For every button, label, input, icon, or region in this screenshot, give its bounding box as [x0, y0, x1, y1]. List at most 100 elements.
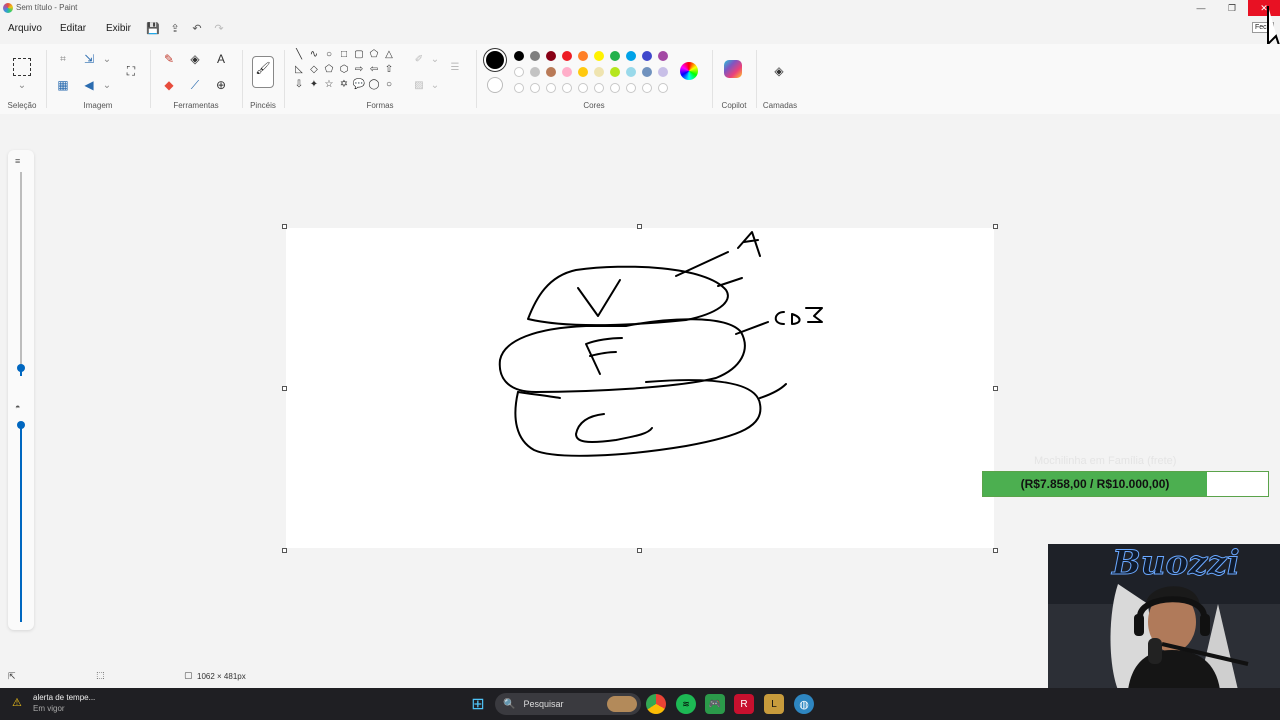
- color-swatch[interactable]: [530, 83, 540, 93]
- image-select-icon[interactable]: ⛶: [122, 62, 140, 80]
- magnifier-icon[interactable]: ⊕: [212, 76, 230, 94]
- size-slider-thumb[interactable]: [17, 364, 25, 372]
- resize-icon[interactable]: ⇲: [80, 50, 98, 68]
- globe-icon[interactable]: ◍: [794, 694, 814, 714]
- color-swatch[interactable]: [610, 83, 620, 93]
- riot-icon[interactable]: R: [734, 694, 754, 714]
- color-swatch[interactable]: [562, 51, 572, 61]
- right-triangle-shape-icon[interactable]: ◺: [292, 63, 306, 77]
- pencil-icon[interactable]: ✎: [160, 50, 178, 68]
- chrome-icon[interactable]: [646, 694, 666, 714]
- color-swatch[interactable]: [594, 67, 604, 77]
- star6-shape-icon[interactable]: ✡: [337, 78, 351, 92]
- color-swatch[interactable]: [546, 83, 556, 93]
- edit-colors-icon[interactable]: [680, 62, 698, 80]
- taskbar-search[interactable]: 🔍 Pesquisar: [495, 693, 641, 715]
- minimize-icon[interactable]: —: [1186, 0, 1216, 16]
- color-swatch[interactable]: [658, 51, 668, 61]
- color-swatch[interactable]: [578, 67, 588, 77]
- resize-handle[interactable]: [993, 224, 998, 229]
- color-picker-icon[interactable]: ⟋: [186, 76, 204, 94]
- size-slider-track[interactable]: [20, 172, 22, 368]
- redo-icon[interactable]: ↷: [208, 18, 230, 40]
- star5-shape-icon[interactable]: ☆: [322, 78, 336, 92]
- star4-shape-icon[interactable]: ✦: [307, 78, 321, 92]
- color-swatch[interactable]: [546, 51, 556, 61]
- color-swatch[interactable]: [514, 51, 524, 61]
- weather-alert-title[interactable]: alerta de tempe...: [33, 693, 95, 702]
- color-swatch[interactable]: [642, 83, 652, 93]
- callout-oval-shape-icon[interactable]: ◯: [367, 78, 381, 92]
- diamond-shape-icon[interactable]: ◇: [307, 63, 321, 77]
- drawing-canvas[interactable]: [286, 228, 994, 548]
- fill-bucket-icon[interactable]: ◈: [186, 50, 204, 68]
- resize-handle[interactable]: [282, 548, 287, 553]
- league-icon[interactable]: L: [764, 694, 784, 714]
- rectangle-shape-icon[interactable]: □: [337, 48, 351, 62]
- pentagon-shape-icon[interactable]: ⬠: [322, 63, 336, 77]
- restore-icon[interactable]: ❐: [1217, 0, 1247, 16]
- color-swatch[interactable]: [642, 51, 652, 61]
- arrow-left-shape-icon[interactable]: ⇦: [367, 63, 381, 77]
- hexagon-shape-icon[interactable]: ⬡: [337, 63, 351, 77]
- spotify-icon[interactable]: ≋: [676, 694, 696, 714]
- color-swatch[interactable]: [658, 67, 668, 77]
- menu-editar[interactable]: Editar: [52, 18, 98, 40]
- arrow-down-shape-icon[interactable]: ⇩: [292, 78, 306, 92]
- resize-handle[interactable]: [637, 224, 642, 229]
- chevron-down-icon[interactable]: ⌄: [426, 50, 444, 68]
- xbox-icon[interactable]: 🎮: [705, 694, 725, 714]
- chevron-down-icon[interactable]: ⌄: [13, 76, 31, 94]
- color-swatch[interactable]: [658, 83, 668, 93]
- menu-arquivo[interactable]: Arquivo: [0, 18, 52, 40]
- color-swatch[interactable]: [514, 83, 524, 93]
- resize-handle[interactable]: [282, 224, 287, 229]
- primary-color-swatch[interactable]: [486, 51, 504, 69]
- resize-handle[interactable]: [993, 386, 998, 391]
- crop-icon[interactable]: ⌗: [54, 50, 72, 68]
- color-swatch[interactable]: [530, 67, 540, 77]
- resize-handle[interactable]: [637, 548, 642, 553]
- color-swatch[interactable]: [578, 51, 588, 61]
- color-swatch[interactable]: [626, 67, 636, 77]
- share-icon[interactable]: ⇪: [164, 18, 186, 40]
- callout-rect-shape-icon[interactable]: 💬: [352, 78, 366, 92]
- color-swatch[interactable]: [578, 83, 588, 93]
- triangle-shape-icon[interactable]: △: [382, 48, 396, 62]
- chevron-down-icon[interactable]: ⌄: [426, 76, 444, 94]
- resize-handle[interactable]: [993, 548, 998, 553]
- color-swatch[interactable]: [594, 51, 604, 61]
- oval-shape-icon[interactable]: ○: [322, 48, 336, 62]
- save-icon[interactable]: 💾: [142, 18, 164, 40]
- curve-shape-icon[interactable]: ∿: [307, 48, 321, 62]
- polygon-shape-icon[interactable]: ⬠: [367, 48, 381, 62]
- rounded-rect-shape-icon[interactable]: ▢: [352, 48, 366, 62]
- resize-handle[interactable]: [282, 386, 287, 391]
- color-swatch[interactable]: [562, 67, 572, 77]
- secondary-color-swatch[interactable]: [487, 77, 503, 93]
- color-swatch[interactable]: [594, 83, 604, 93]
- chevron-down-icon[interactable]: ⌄: [98, 50, 116, 68]
- opacity-slider-fill[interactable]: [20, 424, 22, 622]
- copilot-icon[interactable]: [724, 60, 742, 78]
- eraser-icon[interactable]: ◆: [160, 76, 178, 94]
- color-swatch[interactable]: [562, 83, 572, 93]
- brush-icon[interactable]: 🖌: [252, 56, 274, 88]
- color-swatch[interactable]: [610, 67, 620, 77]
- color-swatch[interactable]: [610, 51, 620, 61]
- rotate-icon[interactable]: ◀: [80, 76, 98, 94]
- color-swatch[interactable]: [530, 51, 540, 61]
- line-width-icon[interactable]: ☰: [446, 58, 464, 76]
- chevron-down-icon[interactable]: ⌄: [98, 76, 116, 94]
- color-swatch[interactable]: [642, 67, 652, 77]
- line-shape-icon[interactable]: ╲: [292, 48, 306, 62]
- opacity-slider-thumb[interactable]: [17, 421, 25, 429]
- color-swatch[interactable]: [546, 67, 556, 77]
- callout-cloud-shape-icon[interactable]: ○: [382, 78, 396, 92]
- warning-icon[interactable]: ⚠: [12, 696, 22, 709]
- color-swatch[interactable]: [514, 67, 524, 77]
- color-swatch[interactable]: [626, 83, 636, 93]
- color-swatch[interactable]: [626, 51, 636, 61]
- transparency-icon[interactable]: ▦: [54, 76, 72, 94]
- windows-start-icon[interactable]: ⊞: [468, 694, 488, 714]
